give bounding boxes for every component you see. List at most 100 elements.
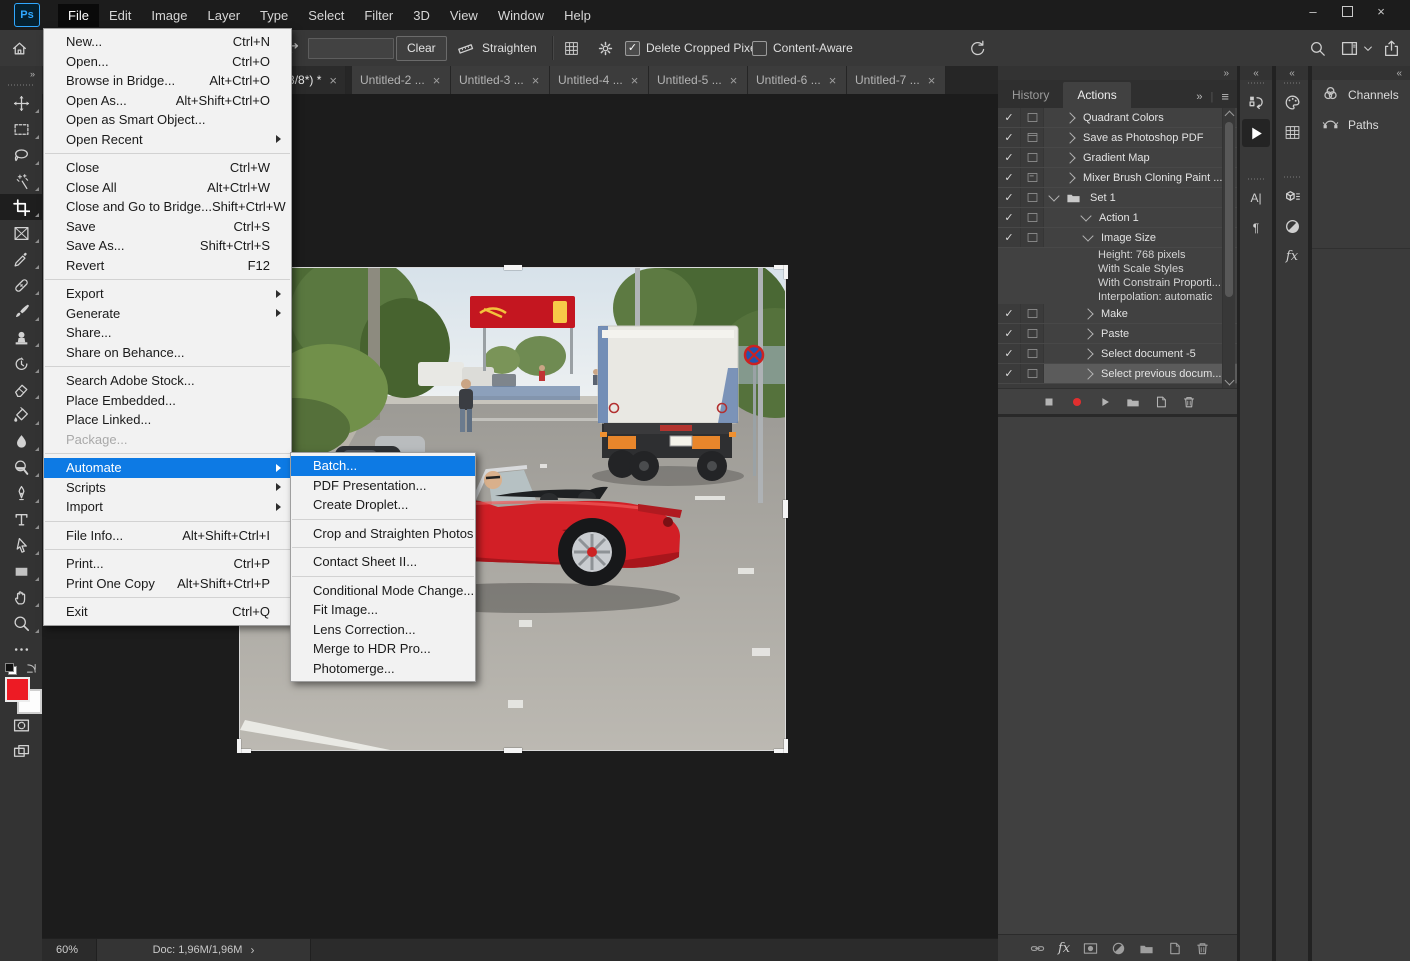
action-row-mixer-brush-cloning-paint[interactable]: ✓Mixer Brush Cloning Paint ... [998,168,1237,188]
panel-grip[interactable] [1284,176,1300,178]
scroll-up-icon[interactable] [1225,111,1235,121]
panel-tab-history[interactable]: History [998,82,1063,108]
action-row-gradient-map[interactable]: ✓Gradient Map [998,148,1237,168]
expand-twisty-icon[interactable] [1064,112,1075,123]
dialog-toggle-box-icon[interactable] [1026,111,1039,124]
menu-item-conditional-mode-change[interactable]: Conditional Mode Change... [291,581,475,601]
panel-collapse-icon[interactable]: « [1253,68,1259,79]
panel-grip[interactable] [1248,178,1264,180]
actions-panel-icon[interactable] [1242,119,1270,147]
menu-item-share[interactable]: Share... [44,323,291,343]
menubar-item-3d[interactable]: 3D [403,4,440,27]
menubar-item-image[interactable]: Image [141,4,197,27]
panel-collapse-icon[interactable]: » [1223,68,1229,79]
menu-item-revert[interactable]: RevertF12 [44,256,291,276]
panel-tab-actions[interactable]: Actions [1063,82,1130,108]
minimize-icon[interactable]: – [1296,0,1330,22]
straighten-icon[interactable] [454,37,476,59]
menu-item-close-all[interactable]: Close AllAlt+Ctrl+W [44,178,291,198]
menu-item-close-and-go-to-bridge[interactable]: Close and Go to Bridge...Shift+Ctrl+W [44,197,291,217]
history-panel-icon[interactable] [1240,88,1272,116]
menu-item-save-as[interactable]: Save As...Shift+Ctrl+S [44,236,291,256]
menubar-item-layer[interactable]: Layer [198,4,251,27]
crop-handle-right[interactable] [783,500,788,518]
menubar-item-filter[interactable]: Filter [354,4,403,27]
color-panel-icon[interactable] [1276,88,1308,116]
menu-item-automate[interactable]: Automate [44,458,291,478]
menubar-item-help[interactable]: Help [554,4,601,27]
menu-item-print[interactable]: Print...Ctrl+P [44,554,291,574]
foreground-color-swatch[interactable] [5,677,30,702]
content-aware-label[interactable]: Content-Aware [773,41,853,55]
crop-handle-bottom[interactable] [504,748,522,753]
action-row-paste[interactable]: ✓Paste [998,324,1237,344]
collapse-twisty-icon[interactable] [1080,210,1091,221]
workspace-icon[interactable] [1338,37,1360,59]
action-row-make[interactable]: ✓Make [998,304,1237,324]
menu-item-new[interactable]: New...Ctrl+N [44,32,291,52]
path-select-tool[interactable] [0,532,42,558]
crop-handle-top-right[interactable] [784,265,788,279]
status-chevron-icon[interactable]: › [250,943,254,957]
adjustments-panel-icon[interactable] [1276,212,1308,240]
link-icon[interactable] [1030,941,1045,956]
paragraph-panel-icon[interactable]: ¶ [1240,214,1272,242]
play-button[interactable] [1098,395,1112,409]
chevron-down-icon[interactable] [1362,37,1374,59]
scrollbar-thumb[interactable] [1225,122,1233,297]
action-row-select-previous-docum[interactable]: ✓Select previous docum... [998,364,1237,384]
document-tab-untitled-2[interactable]: Untitled-2 ...× [352,66,451,94]
type-tool[interactable] [0,506,42,532]
toggle-check-icon[interactable]: ✓ [1004,111,1013,124]
close-icon[interactable]: × [1364,0,1398,22]
home-icon[interactable] [8,37,30,59]
eraser-tool[interactable] [0,376,42,402]
toggle-check-icon[interactable]: ✓ [1004,131,1013,144]
panel-collapse-icon[interactable]: « [1396,68,1402,79]
magic-wand-tool[interactable] [0,168,42,194]
hand-tool[interactable] [0,584,42,610]
toggle-check-icon[interactable]: ✓ [1004,211,1013,224]
collapse-twisty-icon[interactable] [1048,190,1059,201]
expand-twisty-icon[interactable] [1064,132,1075,143]
crop-tool[interactable] [0,194,42,220]
menu-item-export[interactable]: Export [44,284,291,304]
menu-item-browse-in-bridge[interactable]: Browse in Bridge...Alt+Ctrl+O [44,71,291,91]
delete-icon[interactable] [1195,941,1210,956]
tab-close-icon[interactable]: × [329,73,337,88]
record-button[interactable] [1070,395,1084,409]
dialog-toggle-box-icon[interactable] [1026,367,1039,380]
move-tool[interactable] [0,90,42,116]
action-row-set-1[interactable]: ✓Set 1 [998,188,1237,208]
toggle-check-icon[interactable]: ✓ [1004,231,1013,244]
dialog-toggle-box-icon[interactable] [1026,231,1039,244]
paint-bucket-tool[interactable] [0,402,42,428]
collapse-twisty-icon[interactable] [1082,230,1093,241]
clone-stamp-tool[interactable] [0,324,42,350]
styles-panel-icon[interactable]: fx [1276,242,1308,270]
menu-item-generate[interactable]: Generate [44,304,291,324]
tab-close-icon[interactable]: × [928,73,936,88]
document-tab-untitled-5[interactable]: Untitled-5 ...× [649,66,748,94]
menu-item-place-linked[interactable]: Place Linked... [44,410,291,430]
zoom-tool[interactable] [0,610,42,636]
expand-twisty-icon[interactable] [1082,308,1093,319]
shape-tool[interactable] [0,558,42,584]
tab-close-icon[interactable]: × [730,73,738,88]
crop-ratio-input[interactable] [308,38,394,59]
expand-twisty-icon[interactable] [1082,328,1093,339]
dialog-toggle-box-icon[interactable] [1026,347,1039,360]
menubar-item-view[interactable]: View [440,4,488,27]
default-colors-icon[interactable] [5,663,17,675]
menu-item-pdf-presentation[interactable]: PDF Presentation... [291,476,475,496]
action-row-save-as-photoshop-pdf[interactable]: ✓Save as Photoshop PDF [998,128,1237,148]
dialog-toggle-box-icon[interactable] [1026,327,1039,340]
menu-item-create-droplet[interactable]: Create Droplet... [291,495,475,515]
tab-close-icon[interactable]: × [433,73,441,88]
content-aware-checkbox[interactable]: ✓ [752,41,767,56]
menu-item-file-info[interactable]: File Info...Alt+Shift+Ctrl+I [44,526,291,546]
delete-cropped-pixels-label[interactable]: Delete Cropped Pixels [646,41,765,55]
menu-item-photomerge[interactable]: Photomerge... [291,659,475,679]
dialog-toggle-box-icon[interactable] [1026,151,1039,164]
toolbar-collapse-icon[interactable]: » [0,66,42,82]
